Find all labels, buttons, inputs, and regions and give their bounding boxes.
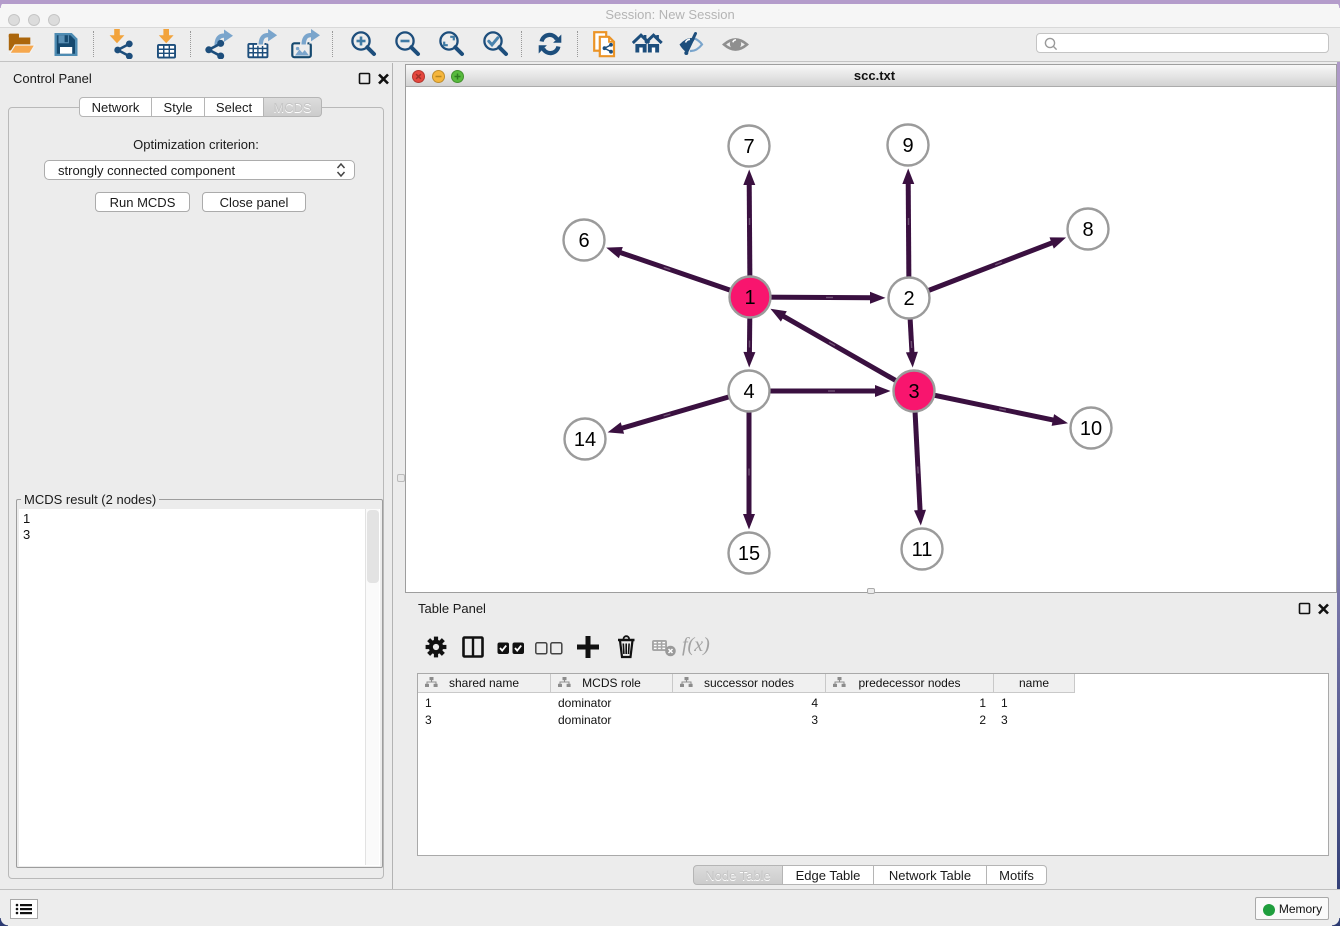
svg-text:1: 1: [744, 287, 755, 309]
svg-text:6: 6: [578, 230, 589, 252]
svg-text:3: 3: [908, 381, 919, 403]
svg-text:11: 11: [912, 539, 933, 561]
svg-text:9: 9: [902, 135, 913, 157]
svg-text:2: 2: [903, 288, 914, 310]
svg-text:4: 4: [743, 381, 754, 403]
svg-text:10: 10: [1080, 418, 1102, 440]
svg-text:f(x): f(x): [682, 635, 710, 656]
svg-text:14: 14: [574, 429, 596, 451]
svg-text:15: 15: [738, 543, 760, 565]
svg-text:7: 7: [743, 136, 754, 158]
svg-text:8: 8: [1082, 219, 1093, 241]
